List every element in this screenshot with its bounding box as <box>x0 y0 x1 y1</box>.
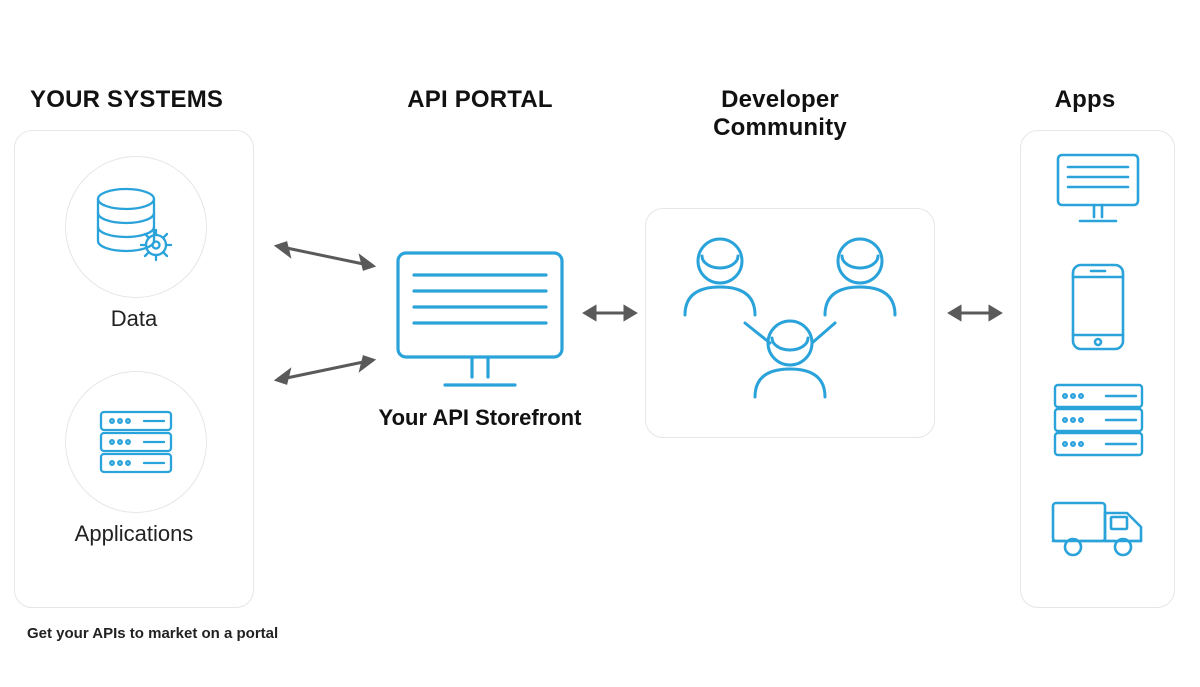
applications-circle <box>65 371 207 513</box>
arrow-community-to-apps <box>940 300 1010 326</box>
heading-apps: Apps <box>1020 86 1150 114</box>
storefront-label: Your API Storefront <box>330 405 630 431</box>
arrow-apps-to-portal <box>265 350 385 390</box>
app-monitor-icon <box>1054 151 1142 229</box>
database-gear-icon <box>86 177 186 277</box>
applications-label: Applications <box>15 521 253 547</box>
data-circle <box>65 156 207 298</box>
truck-icon <box>1049 493 1149 565</box>
heading-developer-community: Developer Community <box>660 86 900 141</box>
app-server-icon <box>1051 381 1146 459</box>
apps-panel <box>1020 130 1175 608</box>
heading-api-portal: API PORTAL <box>380 86 580 114</box>
arrow-data-to-portal <box>265 236 385 276</box>
smartphone-icon <box>1069 261 1127 353</box>
your-systems-panel: Data Applications <box>14 130 254 608</box>
arrow-portal-to-community <box>575 300 645 326</box>
data-label: Data <box>15 306 253 332</box>
heading-your-systems: YOUR SYSTEMS <box>30 86 250 114</box>
people-group-icon <box>660 223 920 423</box>
developer-community-panel <box>645 208 935 438</box>
diagram-caption: Get your APIs to market on a portal <box>27 625 278 642</box>
diagram-canvas: YOUR SYSTEMS API PORTAL Developer Commun… <box>0 0 1200 687</box>
server-icon <box>86 392 186 492</box>
monitor-icon <box>390 245 570 395</box>
